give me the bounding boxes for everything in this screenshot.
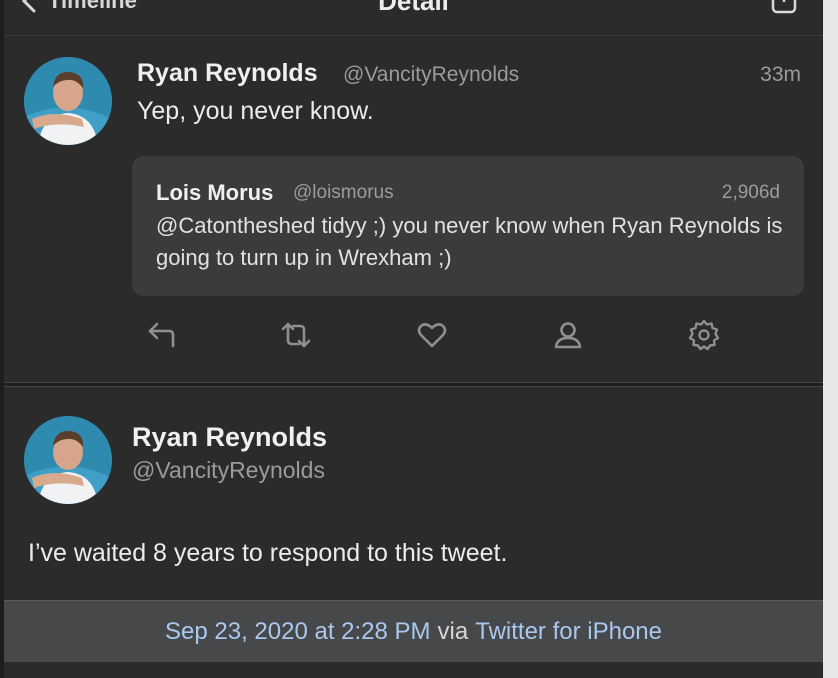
quoted-author-name: Lois Morus [156, 180, 274, 205]
background-window [823, 0, 838, 678]
profile-icon [554, 322, 582, 349]
avatar[interactable] [24, 57, 112, 145]
author-handle[interactable]: @VancityReynolds [343, 63, 519, 87]
avatar-image [24, 416, 112, 504]
share-icon[interactable] [771, 0, 797, 14]
avatar-image [24, 57, 112, 145]
tweet-text: Yep, you never know. [137, 97, 374, 125]
screen: Timeline Detail Ryan Reynolds @VancityRe… [0, 0, 838, 678]
author-name[interactable]: Ryan Reynolds [137, 59, 318, 88]
client-link[interactable]: Twitter for iPhone [475, 618, 662, 646]
author-name[interactable]: Ryan Reynolds [132, 422, 327, 453]
quoted-tweet-text: @Catontheshed tidyy ;) you never know wh… [156, 213, 783, 270]
tweet-detail-window: Timeline Detail Ryan Reynolds @VancityRe… [4, 0, 823, 678]
avatar[interactable] [24, 416, 112, 504]
bottom-area [4, 662, 823, 678]
like-button[interactable] [414, 317, 450, 353]
like-icon [417, 323, 447, 348]
parent-tweet[interactable]: Ryan Reynolds @VancityReynolds 33m Yep, … [4, 37, 823, 382]
reply-icon [148, 322, 175, 348]
retweet-icon [281, 322, 311, 348]
retweet-button[interactable] [278, 317, 314, 353]
tweet-actions [4, 317, 823, 357]
profile-button[interactable] [550, 317, 586, 353]
gear-icon [688, 319, 720, 351]
toolbar: Timeline Detail [4, 0, 823, 36]
tweet-date-link[interactable]: Sep 23, 2020 at 2:28 PM [165, 618, 431, 646]
tweet-meta-bar: Sep 23, 2020 at 2:28 PM via Twitter for … [4, 600, 823, 662]
settings-button[interactable] [686, 317, 722, 353]
page-title: Detail [378, 0, 449, 16]
detail-tweet: Ryan Reynolds @VancityReynolds I’ve wait… [4, 387, 823, 601]
author-handle[interactable]: @VancityReynolds [132, 457, 325, 484]
quoted-tweet[interactable]: Lois Morus @loismorus 2,906d @Catonthesh… [132, 156, 804, 296]
tweet-text: I’ve waited 8 years to respond to this t… [28, 539, 508, 567]
via-label: via [437, 617, 469, 645]
quoted-author-handle: @loismorus [293, 182, 394, 203]
tweet-time: 33m [760, 63, 801, 86]
reply-button[interactable] [144, 317, 180, 353]
quoted-tweet-time: 2,906d [721, 182, 780, 203]
